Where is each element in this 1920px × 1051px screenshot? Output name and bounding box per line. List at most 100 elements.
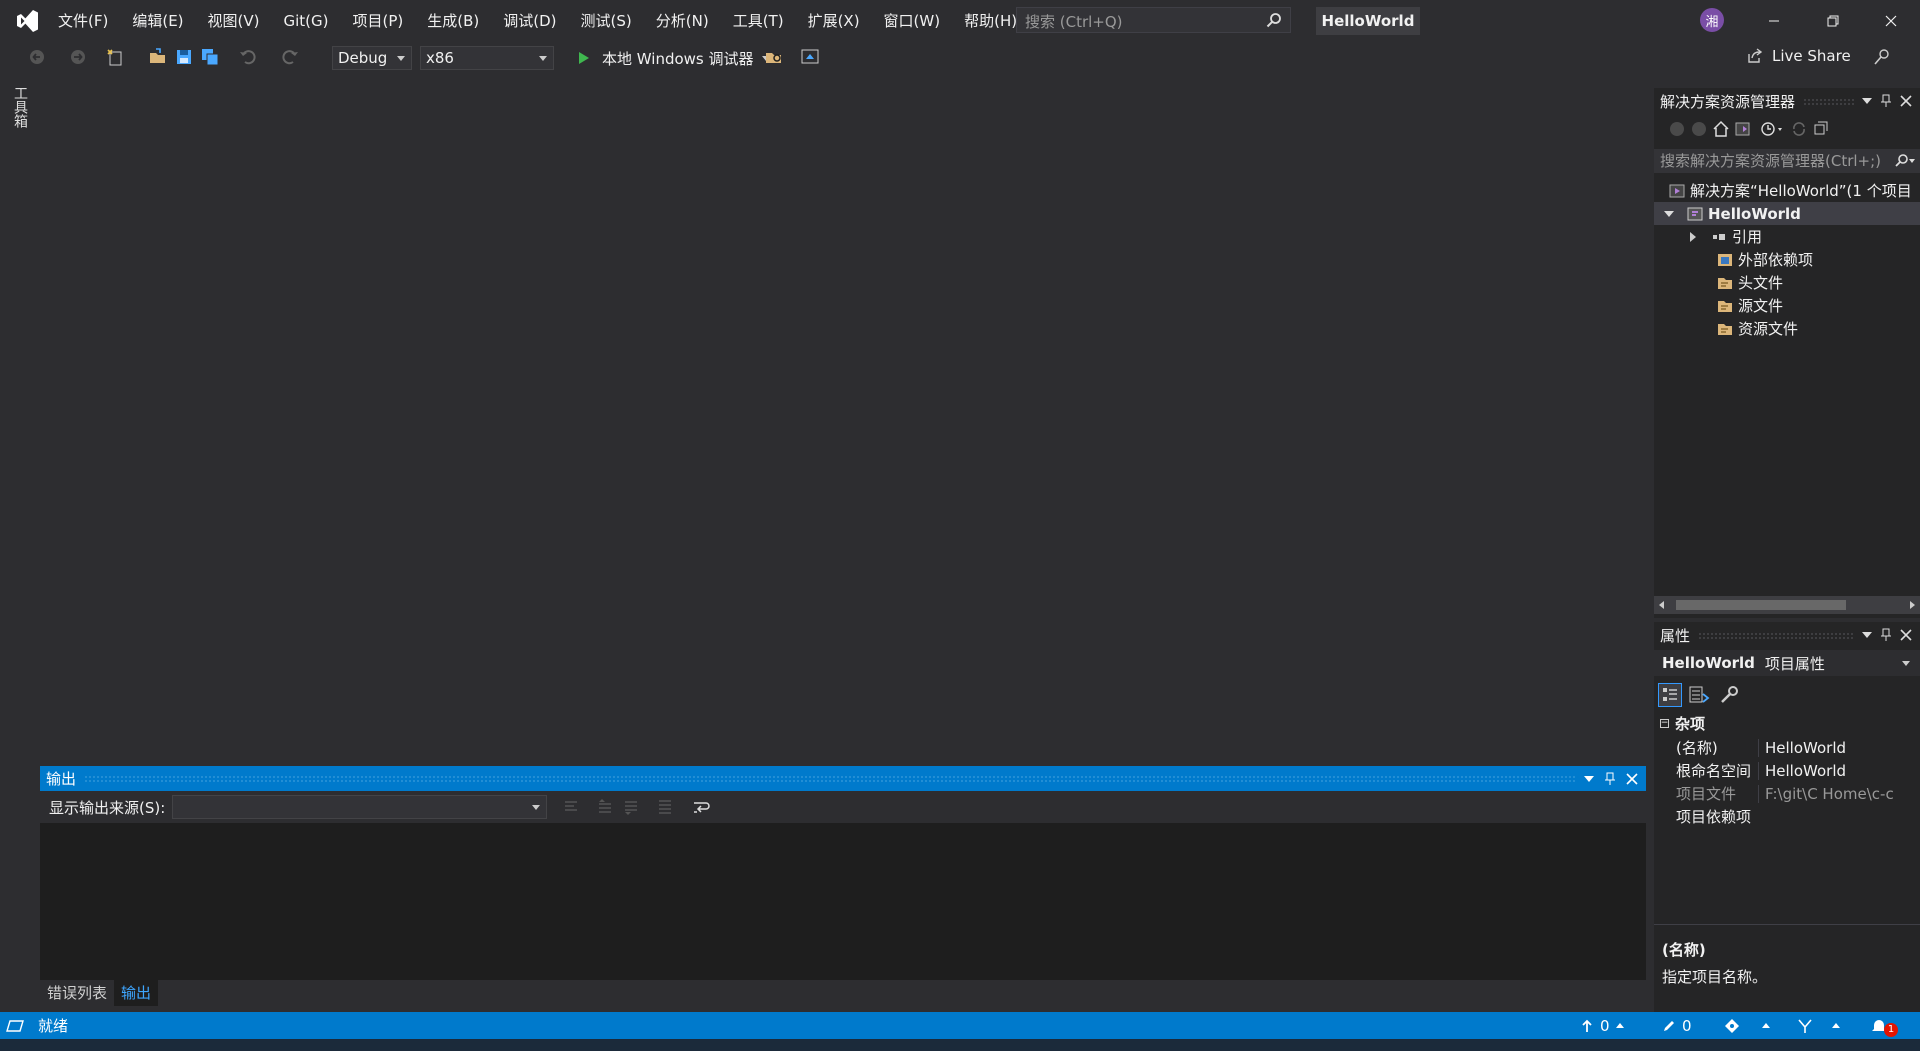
toolbox-tab[interactable]: 工具箱	[8, 86, 30, 138]
navigate-forward-icon[interactable]	[68, 47, 88, 67]
pin-icon[interactable]	[1880, 94, 1892, 108]
output-source-select[interactable]	[172, 795, 547, 819]
tree-item-source-files[interactable]: 源文件	[1654, 294, 1920, 317]
horizontal-scrollbar[interactable]	[1654, 596, 1920, 614]
status-git-branch[interactable]	[1796, 1012, 1840, 1039]
redo-icon[interactable]	[280, 47, 300, 67]
cpp-project-icon	[1687, 207, 1703, 220]
new-project-icon[interactable]	[106, 47, 126, 67]
property-category-misc[interactable]: − 杂项	[1654, 712, 1920, 735]
alphabetical-icon[interactable]	[1688, 684, 1710, 706]
back-icon[interactable]	[1668, 120, 1686, 138]
restore-button[interactable]	[1804, 0, 1862, 42]
solution-explorer-header: 解决方案资源管理器	[1654, 88, 1920, 114]
tree-item-solution[interactable]: 解决方案“HelloWorld”(1 个项目	[1654, 179, 1920, 202]
property-row-name[interactable]: (名称) HelloWorld	[1654, 736, 1920, 759]
property-object-select[interactable]: HelloWorld 项目属性	[1654, 650, 1920, 676]
open-file-icon[interactable]	[148, 47, 168, 67]
menu-analyze[interactable]: 分析(N)	[644, 0, 721, 42]
menu-window[interactable]: 窗口(W)	[872, 0, 953, 42]
collapsed-chevron-icon[interactable]	[1690, 231, 1696, 242]
browser-link-icon[interactable]	[800, 47, 820, 67]
property-value[interactable]: HelloWorld	[1758, 761, 1920, 780]
refresh-icon[interactable]	[1790, 120, 1808, 138]
save-icon[interactable]	[174, 47, 194, 67]
previous-message-icon[interactable]	[596, 798, 614, 816]
live-share-button[interactable]: Live Share	[1746, 47, 1851, 65]
tab-error-list[interactable]: 错误列表	[40, 980, 114, 1006]
property-value[interactable]: HelloWorld	[1758, 738, 1920, 757]
menu-git[interactable]: Git(G)	[272, 0, 341, 42]
pin-icon[interactable]	[1880, 628, 1892, 642]
feedback-icon[interactable]	[1872, 47, 1892, 67]
close-window-button[interactable]	[1862, 0, 1920, 42]
tree-item-resource-files[interactable]: 资源文件	[1654, 317, 1920, 340]
menu-build[interactable]: 生成(B)	[415, 0, 491, 42]
user-avatar[interactable]: 湘	[1700, 8, 1724, 32]
undo-icon[interactable]	[238, 47, 258, 67]
property-row-root-namespace[interactable]: 根命名空间 HelloWorld	[1654, 759, 1920, 782]
collapse-all-icon[interactable]	[1812, 120, 1830, 138]
notifications-button[interactable]: 1	[1870, 1012, 1908, 1039]
tree-item-project[interactable]: HelloWorld	[1654, 202, 1920, 225]
find-in-files-icon[interactable]	[764, 47, 784, 67]
tab-output[interactable]: 输出	[114, 980, 159, 1006]
menu-project[interactable]: 项目(P)	[341, 0, 416, 42]
tree-item-external-dependencies[interactable]: 外部依赖项	[1654, 248, 1920, 271]
menu-edit[interactable]: 编辑(E)	[120, 0, 195, 42]
panel-menu-chevron-icon[interactable]	[1862, 98, 1872, 104]
scroll-right-icon[interactable]	[1910, 601, 1915, 609]
solution-platform-select[interactable]: x86	[420, 46, 554, 70]
menu-debug[interactable]: 调试(D)	[491, 0, 568, 42]
filter-folder-icon	[1718, 300, 1732, 312]
visual-studio-logo-icon[interactable]	[14, 8, 40, 34]
panel-grip[interactable]	[1803, 97, 1854, 105]
expanded-chevron-icon[interactable]	[1664, 210, 1674, 217]
switch-views-icon[interactable]	[1734, 120, 1752, 138]
close-icon[interactable]	[1626, 772, 1638, 785]
start-debugging-label: 本地 Windows 调试器	[602, 49, 754, 68]
property-key: 项目文件	[1676, 785, 1737, 803]
minimize-button[interactable]	[1745, 0, 1803, 42]
property-pages-wrench-icon[interactable]	[1718, 684, 1740, 706]
categorized-icon[interactable]	[1658, 683, 1682, 707]
scrollbar-thumb[interactable]	[1676, 600, 1846, 610]
next-message-icon[interactable]	[622, 798, 640, 816]
find-message-icon[interactable]	[562, 798, 580, 816]
property-row-project-dependencies[interactable]: 项目依赖项	[1654, 805, 1920, 828]
menu-view[interactable]: 视图(V)	[196, 0, 272, 42]
panel-grip[interactable]	[84, 775, 1576, 782]
status-git-repository[interactable]	[1724, 1012, 1770, 1039]
panel-grip[interactable]	[1698, 631, 1854, 639]
close-icon[interactable]	[1900, 629, 1912, 641]
start-debugging-button[interactable]: 本地 Windows 调试器	[576, 45, 770, 71]
menu-tools[interactable]: 工具(T)	[721, 0, 796, 42]
panel-menu-chevron-icon[interactable]	[1862, 632, 1872, 638]
home-icon[interactable]	[1712, 120, 1730, 138]
search-icon[interactable]	[1890, 153, 1916, 169]
status-unpushed-commits[interactable]: 0	[1580, 1012, 1624, 1039]
clear-all-icon[interactable]	[656, 798, 674, 816]
menu-test[interactable]: 测试(S)	[569, 0, 644, 42]
toggle-word-wrap-icon[interactable]	[692, 798, 712, 816]
panel-menu-chevron-icon[interactable]	[1584, 775, 1594, 782]
configuration-value: Debug	[338, 49, 388, 67]
scroll-left-icon[interactable]	[1659, 601, 1664, 609]
pending-changes-filter-icon[interactable]	[1760, 120, 1784, 138]
solution-search-input[interactable]: 搜索解决方案资源管理器(Ctrl+;)	[1654, 149, 1920, 173]
tree-item-header-files[interactable]: 头文件	[1654, 271, 1920, 294]
menu-extensions[interactable]: 扩展(X)	[796, 0, 872, 42]
save-all-icon[interactable]	[200, 47, 220, 67]
collapse-category-icon[interactable]: −	[1660, 719, 1669, 728]
property-row-project-file[interactable]: 项目文件 F:\git\C Home\c-c	[1654, 782, 1920, 805]
close-icon[interactable]	[1900, 95, 1912, 107]
status-pending-changes[interactable]: 0	[1662, 1012, 1692, 1039]
forward-icon[interactable]	[1690, 120, 1708, 138]
tree-item-references[interactable]: 引用	[1654, 225, 1920, 248]
search-input[interactable]: 搜索 (Ctrl+Q)	[1016, 7, 1291, 33]
navigate-back-icon[interactable]	[28, 47, 48, 67]
solution-configuration-select[interactable]: Debug	[332, 46, 412, 70]
menu-file[interactable]: 文件(F)	[46, 0, 120, 42]
search-icon[interactable]	[1266, 12, 1282, 28]
pin-icon[interactable]	[1604, 772, 1616, 786]
